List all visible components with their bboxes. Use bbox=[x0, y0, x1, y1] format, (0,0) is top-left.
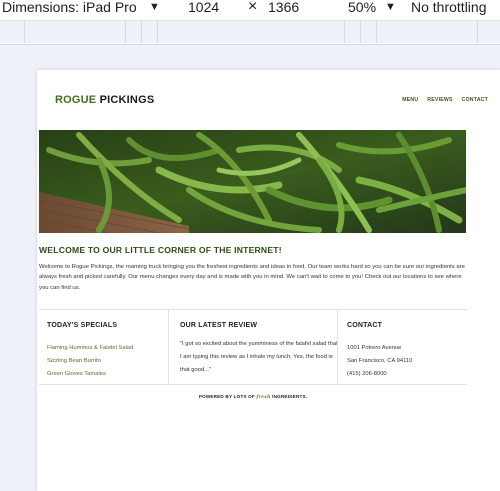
throttle-select[interactable]: No throttling bbox=[411, 0, 486, 15]
footer-fresh-word: fresh bbox=[256, 395, 271, 400]
ruler-segment[interactable] bbox=[361, 21, 377, 43]
review-column: OUR LATEST REVIEW "I got so excited abou… bbox=[169, 310, 338, 384]
ruler-segment[interactable] bbox=[345, 21, 361, 43]
review-text: "I got so excited about the yumminess of… bbox=[180, 341, 338, 373]
special-item: Sizzling Bean Burrito bbox=[47, 358, 101, 364]
ruler-segment[interactable] bbox=[377, 21, 478, 43]
contact-title: CONTACT bbox=[347, 322, 383, 329]
contact-city: San Francisco, CA 94110 bbox=[347, 358, 413, 364]
ruler-segment[interactable] bbox=[478, 21, 500, 43]
zoom-select[interactable]: 50% bbox=[348, 0, 376, 15]
specials-column: TODAY'S SPECIALS Flaming Hummus & Falafe… bbox=[39, 310, 167, 384]
special-item: Green Gloves Tamales bbox=[47, 371, 106, 377]
green-beans-photo bbox=[39, 130, 466, 233]
section-divider bbox=[39, 384, 467, 385]
chevron-down-icon[interactable]: ▼ bbox=[149, 1, 160, 13]
chevron-down-icon[interactable]: ▼ bbox=[385, 1, 396, 13]
device-toolbar: Dimensions: iPad Pro ▼ 1024 × 1366 50% ▼… bbox=[0, 0, 500, 45]
nav-link-menu[interactable]: MENU bbox=[402, 97, 418, 103]
media-query-ruler[interactable] bbox=[0, 20, 500, 43]
device-select[interactable]: Dimensions: iPad Pro bbox=[2, 0, 137, 15]
ruler-segment[interactable] bbox=[25, 21, 126, 43]
ruler-segment[interactable] bbox=[126, 21, 142, 43]
ruler-segment[interactable] bbox=[158, 21, 345, 43]
nav-link-reviews[interactable]: REVIEWS bbox=[427, 97, 452, 103]
welcome-heading: WELCOME TO OUR LITTLE CORNER OF THE INTE… bbox=[39, 245, 282, 255]
contact-address: 1001 Potrero Avenue bbox=[347, 345, 402, 351]
footer-prefix: POWERED BY LOTS OF bbox=[198, 394, 257, 399]
contact-column: CONTACT 1001 Potrero Avenue San Francisc… bbox=[338, 310, 468, 384]
hero-photo-graphic bbox=[39, 130, 466, 233]
nav-link-contact[interactable]: CONTACT bbox=[462, 97, 488, 103]
footer-suffix: INGREDIENTS. bbox=[270, 394, 308, 399]
device-viewport: ROGUE PICKINGS MENU REVIEWS CONTACT WELC… bbox=[37, 70, 500, 491]
x-icon[interactable]: × bbox=[248, 0, 257, 15]
logo-word-rogue: ROGUE bbox=[55, 94, 97, 106]
logo-word-pickings: PICKINGS bbox=[96, 94, 155, 106]
main-nav: MENU REVIEWS CONTACT bbox=[402, 97, 488, 103]
device-toolbar-row: Dimensions: iPad Pro ▼ 1024 × 1366 50% ▼… bbox=[0, 0, 500, 16]
ruler-segment[interactable] bbox=[0, 21, 25, 43]
contact-phone[interactable]: (415) 206-8000 bbox=[347, 371, 387, 377]
width-input[interactable]: 1024 bbox=[188, 0, 219, 15]
ruler-segment[interactable] bbox=[142, 21, 158, 43]
site-logo[interactable]: ROGUE PICKINGS bbox=[55, 94, 154, 106]
height-input[interactable]: 1366 bbox=[268, 0, 299, 15]
footer-credit: POWERED BY LOTS OF fresh INGREDIENTS. bbox=[37, 394, 469, 400]
intro-paragraph: Welcome to Rogue Pickings, the roaming t… bbox=[39, 264, 465, 291]
specials-title: TODAY'S SPECIALS bbox=[47, 322, 118, 329]
special-item: Flaming Hummus & Falafel Salad bbox=[47, 345, 134, 351]
review-title: OUR LATEST REVIEW bbox=[180, 322, 258, 329]
